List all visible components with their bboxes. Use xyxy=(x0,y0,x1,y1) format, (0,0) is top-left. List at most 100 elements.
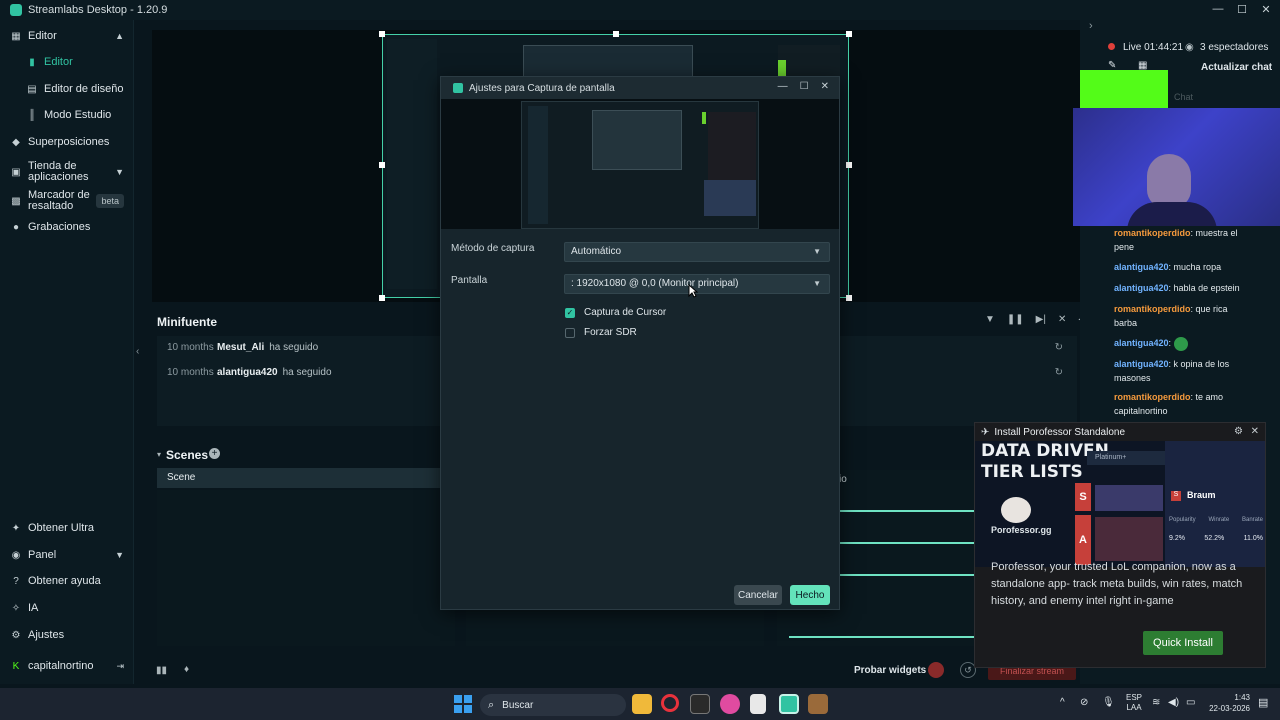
microphone-icon[interactable]: 🎙 xyxy=(1102,697,1115,708)
close-icon[interactable]: ✕ xyxy=(821,81,829,92)
resize-handle[interactable] xyxy=(846,295,852,301)
chat-message: romantikoperdido: que rica barba xyxy=(1114,304,1228,328)
add-scene-icon[interactable]: + xyxy=(209,448,220,459)
minimize-icon[interactable]: — xyxy=(778,81,788,92)
chevron-right-icon[interactable]: › xyxy=(1089,20,1093,32)
quick-install-button[interactable]: Quick Install xyxy=(1143,631,1223,655)
ad-headline-line-2: TIER LISTS xyxy=(981,462,1083,482)
filter-icon[interactable]: ▼ xyxy=(985,314,995,325)
record-button-icon[interactable] xyxy=(928,662,944,678)
close-icon[interactable]: ✕ xyxy=(1260,2,1272,16)
sidebar-item-recordings[interactable]: ● Grabaciones xyxy=(0,221,134,233)
chat-text: habla de epstein xyxy=(1173,283,1240,293)
mute-alerts-icon[interactable]: ✕ xyxy=(1058,314,1066,325)
ad-stat-labels: Popularity Winrate Banrate xyxy=(1169,517,1263,523)
minimize-icon[interactable]: — xyxy=(1212,2,1224,16)
chevron-down-icon[interactable]: ▾ xyxy=(157,450,161,459)
notification-center-icon[interactable]: ▤ xyxy=(1258,696,1268,709)
capture-method-select[interactable]: Automático ▼ xyxy=(564,242,830,262)
sidebar-item-account[interactable]: K capitalnortino ⇥ xyxy=(0,660,134,672)
obs-app-icon[interactable] xyxy=(690,694,710,714)
network-off-icon[interactable]: ⊘ xyxy=(1080,697,1088,708)
notification-icon[interactable]: ♦ xyxy=(184,664,189,675)
resize-handle[interactable] xyxy=(846,31,852,37)
search-placeholder: Buscar xyxy=(502,699,534,711)
sidebar-item-dashboard[interactable]: ◉ Panel ▼ xyxy=(0,549,134,561)
editor-bottom-bar: ▮▮ ♦ Probar widgets ↺ Finalizar stream xyxy=(134,656,1080,684)
beta-badge: beta xyxy=(96,194,124,208)
dialog-titlebar: Ajustes para Captura de pantalla — ☐ ✕ xyxy=(441,77,839,99)
chevron-down-icon: ▼ xyxy=(813,247,821,256)
file-explorer-icon[interactable] xyxy=(632,694,652,714)
gear-icon[interactable]: ⚙ xyxy=(1234,426,1243,437)
event-action: ha seguido xyxy=(269,341,319,353)
clock-date: 22-03-2026 xyxy=(1209,704,1250,713)
ad-tier-a: A xyxy=(1075,515,1091,565)
taskbar-search[interactable]: ⌕ Buscar xyxy=(480,694,626,716)
ad-stat-label: Winrate xyxy=(1208,517,1230,523)
sidebar-item-highlighter[interactable]: ▩ Marcador de resaltado beta xyxy=(0,189,134,213)
refresh-chat-button[interactable]: Actualizar chat xyxy=(1201,62,1272,73)
chevron-left-icon[interactable]: ‹ xyxy=(136,346,139,357)
league-client-icon[interactable] xyxy=(808,694,828,714)
sidebar-item-help[interactable]: ? Obtener ayuda xyxy=(0,575,134,587)
sidebar-item-editor[interactable]: ▮ Editor xyxy=(0,56,134,68)
sidebar-item-editor-group[interactable]: ▦ Editor ▲ xyxy=(0,30,134,42)
wifi-icon[interactable]: ≋ xyxy=(1152,697,1160,708)
cursor-capture-checkbox[interactable]: ✓ Captura de Cursor xyxy=(565,307,666,318)
search-icon: ⌕ xyxy=(488,698,495,711)
checkbox-label: Captura de Cursor xyxy=(584,307,667,318)
sidebar-item-label: Editor xyxy=(44,56,73,68)
webcam-overlay xyxy=(1073,108,1280,226)
test-widgets-button[interactable]: Probar widgets xyxy=(854,665,926,676)
replay-icon[interactable]: ↻ xyxy=(1055,367,1063,378)
sidebar-item-label: Panel xyxy=(28,549,57,561)
clock[interactable]: 1:43 22-03-2026 xyxy=(1204,692,1250,714)
sidebar-item-settings[interactable]: ⚙ Ajustes xyxy=(0,629,134,641)
chat-tab[interactable]: Chat xyxy=(1174,92,1193,102)
done-button[interactable]: Hecho xyxy=(790,585,830,605)
install-notification: ✈ Install Porofessor Standalone ⚙ ✕ DATA… xyxy=(974,422,1266,668)
minifeed-title: Minifuente xyxy=(157,315,217,329)
pause-icon[interactable]: ❚❚ xyxy=(1007,314,1024,325)
overlays-icon: ◆ xyxy=(12,136,20,148)
chat-user: romantikoperdido xyxy=(1114,304,1191,314)
resize-handle[interactable] xyxy=(379,31,385,37)
maximize-icon[interactable]: ☐ xyxy=(1236,2,1248,16)
stats-icon[interactable]: ▮▮ xyxy=(156,665,167,676)
sidebar-item-get-ultra[interactable]: ✦ Obtener Ultra xyxy=(0,522,134,534)
chat-user: romantikoperdido xyxy=(1114,392,1191,402)
editor-icon: ▮ xyxy=(29,56,35,68)
audio-meter xyxy=(839,510,975,512)
volume-icon[interactable]: ◀) xyxy=(1168,697,1179,708)
replay-icon[interactable]: ↻ xyxy=(1055,342,1063,353)
maximize-icon[interactable]: ☐ xyxy=(800,81,809,92)
resize-handle[interactable] xyxy=(846,162,852,168)
cancel-button[interactable]: Cancelar xyxy=(734,585,782,605)
opera-icon[interactable] xyxy=(661,694,679,712)
sidebar-item-layout-editor[interactable]: ▤ Editor de diseño xyxy=(0,83,134,95)
screen-capture-settings-dialog: Ajustes para Captura de pantalla — ☐ ✕ M… xyxy=(440,76,840,610)
streamlabs-taskbar-icon[interactable] xyxy=(779,694,799,714)
language-indicator[interactable]: ESP LAA xyxy=(1126,693,1142,713)
battery-icon[interactable]: ▭ xyxy=(1186,697,1195,708)
scene-item[interactable]: Scene xyxy=(157,468,447,488)
resize-handle[interactable] xyxy=(379,295,385,301)
windows-start-icon[interactable] xyxy=(454,695,472,713)
resize-handle[interactable] xyxy=(379,162,385,168)
chevron-up-icon[interactable]: ^ xyxy=(1060,697,1065,708)
notepad-icon[interactable] xyxy=(750,694,766,714)
force-sdr-checkbox[interactable]: Forzar SDR xyxy=(565,327,637,338)
sidebar-item-overlays[interactable]: ◆ Superposiciones xyxy=(0,136,134,148)
close-icon[interactable]: ✕ xyxy=(1251,426,1259,437)
chat-message: alantigua420: k opina de los masones xyxy=(1114,359,1230,383)
sidebar-item-studio-mode[interactable]: ║ Modo Estudio xyxy=(0,109,134,121)
live-status: Live 01:44:21 xyxy=(1123,42,1184,53)
gear-icon: ⚙ xyxy=(11,629,21,641)
skip-icon[interactable]: ▶| xyxy=(1036,314,1046,325)
discord-app-icon[interactable] xyxy=(720,694,740,714)
resize-handle[interactable] xyxy=(613,31,619,37)
sidebar-item-app-store[interactable]: ▣ Tienda de aplicaciones ▼ xyxy=(0,160,134,184)
clock-time: 1:43 xyxy=(1234,693,1250,702)
sidebar-item-ai[interactable]: ✧ IA xyxy=(0,602,134,614)
